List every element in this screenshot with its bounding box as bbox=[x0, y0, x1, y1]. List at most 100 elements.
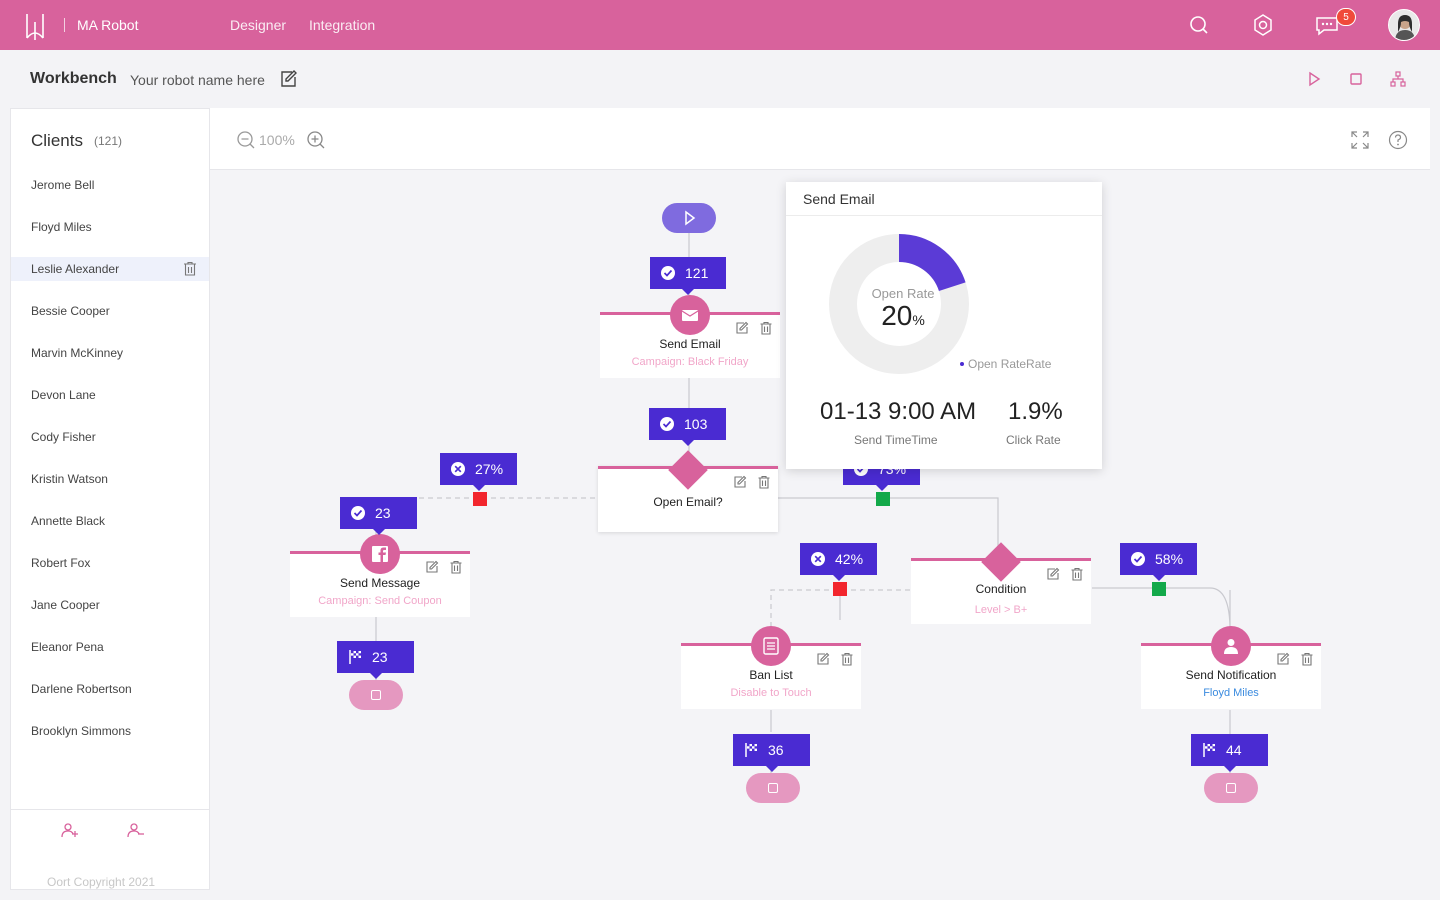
client-item[interactable]: Brooklyn Simmons bbox=[11, 719, 209, 743]
send-email-stats-popup: Send Email Open Rate 20% Open RateRate 0… bbox=[786, 182, 1102, 469]
node-subtitle: Floyd Miles bbox=[1203, 687, 1259, 699]
tag-value: 42% bbox=[835, 551, 864, 567]
trash-icon[interactable] bbox=[1300, 652, 1314, 666]
tag-value: 23 bbox=[372, 649, 388, 665]
close-circle-icon bbox=[451, 462, 465, 476]
client-item[interactable]: Robert Fox bbox=[11, 551, 209, 575]
edit-icon[interactable] bbox=[1046, 567, 1060, 581]
stop-icon bbox=[371, 690, 381, 700]
client-item[interactable]: Floyd Miles bbox=[11, 215, 209, 239]
run-icon[interactable] bbox=[1306, 71, 1322, 87]
end-node[interactable] bbox=[349, 680, 403, 710]
client-name: Devon Lane bbox=[31, 388, 96, 402]
node-title: Send Email bbox=[659, 337, 721, 351]
donut-label: Open Rate bbox=[871, 286, 935, 301]
nav-designer[interactable]: Designer bbox=[230, 17, 286, 33]
hierarchy-icon[interactable] bbox=[1390, 71, 1406, 87]
check-circle-icon bbox=[1131, 552, 1145, 566]
node-subtitle: Campaign: Black Friday bbox=[631, 356, 749, 368]
search-icon[interactable] bbox=[1186, 12, 1212, 38]
tag-value: 58% bbox=[1155, 551, 1184, 567]
legend-label: Open RateRate bbox=[968, 357, 1052, 371]
end-count-tag: 36 bbox=[733, 734, 810, 772]
tag-value: 103 bbox=[684, 416, 708, 432]
clients-sidebar: Clients (121) Jerome Bell Floyd Miles Lesl… bbox=[10, 108, 210, 890]
client-name: Cody Fisher bbox=[31, 430, 96, 444]
finish-flag-icon bbox=[349, 650, 361, 664]
nav-integration[interactable]: Integration bbox=[309, 17, 375, 33]
check-circle-icon bbox=[660, 417, 674, 431]
branch-yes-marker bbox=[1152, 582, 1166, 596]
legend-dot bbox=[960, 362, 964, 366]
remove-user-icon[interactable] bbox=[127, 821, 145, 839]
edit-icon[interactable] bbox=[1276, 652, 1290, 666]
client-name: Bessie Cooper bbox=[31, 304, 110, 318]
start-button[interactable] bbox=[662, 203, 716, 233]
client-item[interactable]: Kristin Watson bbox=[11, 467, 209, 491]
trash-icon[interactable] bbox=[1070, 567, 1084, 581]
client-item[interactable]: Darlene Robertson bbox=[11, 677, 209, 701]
fullscreen-icon[interactable] bbox=[1350, 130, 1370, 150]
node-send-email[interactable]: Send Email Campaign: Black Friday bbox=[600, 295, 780, 378]
client-name: Kristin Watson bbox=[31, 472, 108, 486]
notification-badge: 5 bbox=[1336, 8, 1356, 26]
zoom-in-icon[interactable] bbox=[306, 130, 326, 150]
logo-separator bbox=[64, 18, 65, 32]
client-item[interactable]: Bessie Cooper bbox=[11, 299, 209, 323]
edit-icon[interactable] bbox=[816, 652, 830, 666]
node-ban-list[interactable]: Ban List Disable to Touch bbox=[681, 626, 861, 709]
client-item[interactable]: Eleanor Pena bbox=[11, 635, 209, 659]
client-name: Jerome Bell bbox=[31, 178, 95, 192]
edit-icon[interactable] bbox=[733, 475, 747, 489]
robot-name: Your robot name here bbox=[130, 72, 265, 88]
client-item[interactable]: Jane Cooper bbox=[11, 593, 209, 617]
client-item[interactable]: Annette Black bbox=[11, 509, 209, 533]
list-icon bbox=[751, 626, 791, 666]
trash-icon[interactable] bbox=[449, 560, 463, 574]
zoom-level: 100% bbox=[259, 132, 295, 148]
edit-name-icon[interactable] bbox=[278, 69, 298, 89]
page-title: Workbench bbox=[30, 70, 117, 87]
rate-tag: 58% bbox=[1120, 543, 1197, 581]
click-rate-value: 1.9% bbox=[1008, 398, 1063, 425]
finish-flag-icon bbox=[745, 743, 757, 757]
client-name: Robert Fox bbox=[31, 556, 91, 570]
stop-icon[interactable] bbox=[1348, 71, 1364, 87]
trash-icon[interactable] bbox=[840, 652, 854, 666]
node-send-notification[interactable]: Send Notification Floyd Miles bbox=[1141, 626, 1321, 709]
node-send-message[interactable]: Send Message Campaign: Send Coupon bbox=[290, 534, 470, 617]
delete-client-icon[interactable] bbox=[183, 261, 197, 276]
end-node[interactable] bbox=[746, 773, 800, 803]
branch-yes-marker bbox=[876, 492, 890, 506]
clients-title: Clients bbox=[31, 131, 83, 150]
client-name: Darlene Robertson bbox=[31, 682, 132, 696]
client-item[interactable]: Devon Lane bbox=[11, 383, 209, 407]
email-icon bbox=[670, 295, 710, 335]
help-icon[interactable] bbox=[1388, 130, 1408, 150]
trash-icon[interactable] bbox=[757, 475, 771, 489]
client-item[interactable]: Marvin McKinney bbox=[11, 341, 209, 365]
node-condition[interactable]: Condition Level > B+ bbox=[911, 542, 1091, 624]
client-item[interactable]: Jerome Bell bbox=[11, 173, 209, 197]
client-item[interactable]: Leslie Alexander bbox=[11, 257, 209, 281]
client-item[interactable]: Cody Fisher bbox=[11, 425, 209, 449]
settings-gear-icon[interactable] bbox=[1250, 12, 1276, 38]
zoom-out-icon[interactable] bbox=[236, 130, 256, 150]
tag-value: 27% bbox=[475, 461, 504, 477]
add-user-icon[interactable] bbox=[61, 821, 79, 839]
donut-number: 20 bbox=[881, 300, 913, 331]
node-open-email[interactable]: Open Email? bbox=[598, 450, 778, 532]
edit-icon[interactable] bbox=[425, 560, 439, 574]
trash-icon[interactable] bbox=[759, 321, 773, 335]
node-title: Open Email? bbox=[653, 495, 723, 509]
edit-icon[interactable] bbox=[735, 321, 749, 335]
node-title: Send Notification bbox=[1185, 668, 1277, 682]
user-avatar[interactable] bbox=[1388, 9, 1420, 41]
check-circle-icon bbox=[351, 506, 365, 520]
end-node[interactable] bbox=[1204, 773, 1258, 803]
send-time-value: 01-13 9:00 AM bbox=[820, 398, 977, 425]
end-count-tag: 44 bbox=[1191, 734, 1268, 772]
node-title: Send Message bbox=[339, 576, 421, 590]
client-name: Eleanor Pena bbox=[31, 640, 104, 654]
client-name: Floyd Miles bbox=[31, 220, 92, 234]
